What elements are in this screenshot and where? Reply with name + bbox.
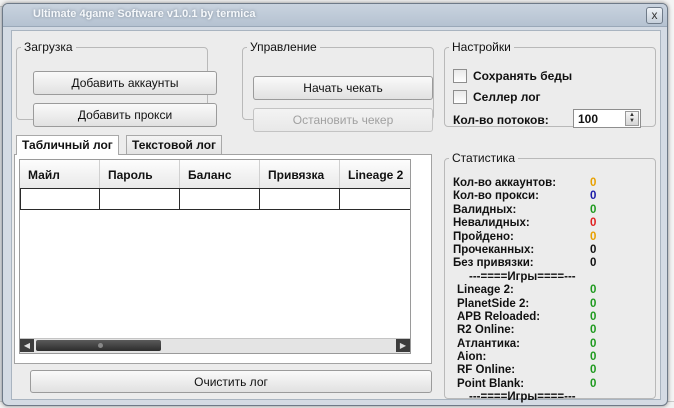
grid-cell[interactable] xyxy=(260,188,340,210)
grid-cell[interactable] xyxy=(100,188,180,210)
seller-log-label: Селлер лог xyxy=(473,90,541,104)
grid-cell[interactable] xyxy=(20,188,100,210)
stop-checker-button[interactable]: Остановить чекер xyxy=(253,108,433,132)
settings-group: Настройки Сохранять беды Селлер лог Кол-… xyxy=(444,40,656,128)
close-icon[interactable]: x xyxy=(646,7,663,24)
stat-row: Пройдено: 0 xyxy=(453,231,649,244)
title-bar[interactable]: Ultimate 4game Software v1.0.1 by termic… xyxy=(3,4,667,27)
stat-label: Пройдено: xyxy=(453,230,514,243)
save-bad-checkbox[interactable] xyxy=(453,69,467,83)
game-label: Point Blank: xyxy=(457,377,525,390)
settings-group-legend: Настройки xyxy=(452,40,511,54)
stat-label: Кол-во прокси: xyxy=(453,190,539,203)
stat-label: Кол-во аккаунтов: xyxy=(453,177,557,189)
game-stat-row: Атлантика: 0 xyxy=(453,338,649,351)
game-label: R2 Online: xyxy=(457,324,515,337)
game-stat-row: Aion: 0 xyxy=(453,351,649,364)
stat-row: Кол-во аккаунтов: 0 xyxy=(453,177,649,190)
threads-stepper[interactable]: 100 ▲ ▼ xyxy=(573,109,641,128)
scroll-grip-icon xyxy=(98,343,103,348)
clear-log-button[interactable]: Очистить лог xyxy=(30,370,432,393)
stat-value: 0 xyxy=(590,257,597,270)
scroll-left-icon[interactable]: ◀ xyxy=(20,339,34,352)
add-accounts-button[interactable]: Добавить аккаунты xyxy=(33,71,217,95)
client-area: Загрузка Добавить аккаунты Добавить прок… xyxy=(11,30,661,403)
game-stat-row: PlanetSide 2: 0 xyxy=(453,298,649,311)
horizontal-scrollbar[interactable]: ◀ ▶ xyxy=(20,338,410,353)
game-stat-row: Point Blank: 0 xyxy=(453,378,649,391)
scroll-right-icon[interactable]: ▶ xyxy=(396,339,410,352)
control-group-legend: Управление xyxy=(250,40,317,54)
game-label: PlanetSide 2: xyxy=(457,297,530,310)
window-title: Ultimate 4game Software v1.0.1 by termic… xyxy=(33,8,256,20)
game-label: Атлантика: xyxy=(457,337,520,350)
stat-value: 0 xyxy=(590,230,597,243)
game-value: 0 xyxy=(590,377,597,390)
stat-value: 0 xyxy=(590,243,597,256)
accounts-grid[interactable]: Майл Пароль Баланс Привязка Lineage 2 ◀ xyxy=(19,159,411,354)
stepper-arrows[interactable]: ▲ ▼ xyxy=(625,111,639,126)
stats-list: Кол-во аккаунтов: 0 Кол-во прокси: 0 Валид… xyxy=(453,177,649,405)
game-stat-row: APB Reloaded: 0 xyxy=(453,311,649,324)
game-value: 0 xyxy=(590,310,597,323)
column-header-mail[interactable]: Майл xyxy=(20,160,100,188)
stat-value: 0 xyxy=(590,190,597,203)
game-label: APB Reloaded: xyxy=(457,310,541,323)
load-group: Загрузка Добавить аккаунты Добавить прок… xyxy=(16,40,217,127)
game-value: 0 xyxy=(590,297,597,310)
grid-cell[interactable] xyxy=(180,188,260,210)
stat-value: 0 xyxy=(590,203,597,216)
stats-group: Статистика Кол-во аккаунтов: 0 Кол-во про… xyxy=(444,151,656,403)
games-separator: ---====Игры====--- xyxy=(469,391,576,404)
stat-row: Невалидных: 0 xyxy=(453,217,649,230)
chevron-down-icon[interactable]: ▼ xyxy=(626,118,638,124)
game-stat-row: R2 Online: 0 xyxy=(453,324,649,337)
game-stat-row: Lineage 2: 0 xyxy=(453,284,649,297)
scroll-thumb[interactable] xyxy=(36,340,161,351)
stat-value: 0 xyxy=(590,177,597,189)
game-label: Aion: xyxy=(457,351,487,364)
game-value: 0 xyxy=(590,351,597,364)
column-header-lineage2[interactable]: Lineage 2 xyxy=(340,160,410,188)
game-value: 0 xyxy=(590,284,597,297)
games-separator: ---====Игры====--- xyxy=(469,270,576,283)
game-label: Lineage 2: xyxy=(457,284,514,297)
stat-value: 0 xyxy=(590,217,597,230)
stat-row: Без привязки: 0 xyxy=(453,257,649,270)
game-label: RF Online: xyxy=(457,364,516,377)
stat-label: Прочеканных: xyxy=(453,243,535,256)
table-log-panel: Майл Пароль Баланс Привязка Lineage 2 ◀ xyxy=(14,154,432,364)
add-proxy-button[interactable]: Добавить прокси xyxy=(33,103,217,127)
grid-cell[interactable] xyxy=(340,188,410,210)
game-value: 0 xyxy=(590,337,597,350)
save-bad-option[interactable]: Сохранять беды xyxy=(453,68,572,84)
main-window: Ultimate 4game Software v1.0.1 by termic… xyxy=(2,3,668,406)
column-header-password[interactable]: Пароль xyxy=(100,160,180,188)
seller-log-checkbox[interactable] xyxy=(453,90,467,104)
stat-label: Без привязки: xyxy=(453,257,534,270)
tab-table-log[interactable]: Табличный лог xyxy=(16,135,119,155)
stats-group-legend: Статистика xyxy=(452,151,516,165)
game-stat-row: RF Online: 0 xyxy=(453,364,649,377)
save-bad-label: Сохранять беды xyxy=(473,69,573,83)
column-header-balance[interactable]: Баланс xyxy=(180,160,260,188)
load-group-legend: Загрузка xyxy=(24,40,73,54)
seller-log-option[interactable]: Селлер лог xyxy=(453,89,541,105)
table-row[interactable] xyxy=(20,188,410,210)
stat-label: Невалидных: xyxy=(453,217,530,230)
stat-row: Валидных: 0 xyxy=(453,204,649,217)
stat-row: Прочеканных: 0 xyxy=(453,244,649,257)
game-value: 0 xyxy=(590,324,597,337)
stat-row: Кол-во прокси: 0 xyxy=(453,190,649,203)
threads-label: Кол-во потоков: xyxy=(453,113,549,127)
tab-text-log[interactable]: Текстовой лог xyxy=(126,135,223,154)
threads-value[interactable]: 100 xyxy=(578,112,598,126)
stat-label: Валидных: xyxy=(453,203,517,216)
game-value: 0 xyxy=(590,364,597,377)
control-group: Управление Начать чекать Остановить чеке… xyxy=(242,40,434,132)
column-header-binding[interactable]: Привязка xyxy=(260,160,340,188)
start-check-button[interactable]: Начать чекать xyxy=(253,76,433,100)
grid-header: Майл Пароль Баланс Привязка Lineage 2 xyxy=(20,160,410,189)
